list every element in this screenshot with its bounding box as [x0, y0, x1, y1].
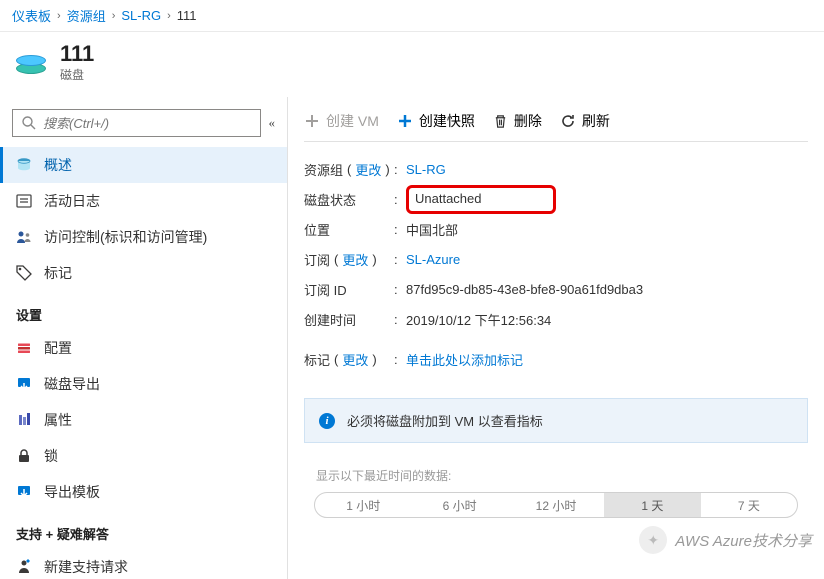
properties-grid: 资源组 (更改) : SL-RG 磁盘状态 : Unattached 位置 : … [288, 154, 824, 374]
chevron-right-icon: › [112, 10, 116, 22]
prop-value-location: 中国北部 [406, 220, 458, 239]
sidebar-item-label: 访问控制(标识和访问管理) [44, 227, 207, 247]
sidebar-group-settings: 设置 [0, 291, 287, 330]
timerange-pills: 1 小时 6 小时 12 小时 1 天 7 天 [312, 490, 800, 520]
config-icon [16, 340, 32, 356]
pill-12h[interactable]: 12 小时 [508, 493, 604, 517]
sidebar-item-label: 属性 [44, 410, 72, 430]
info-icon: i [319, 413, 335, 429]
iam-icon [16, 229, 32, 245]
search-icon [21, 115, 37, 131]
sidebar-item-label: 概述 [44, 155, 72, 175]
sidebar-item-label: 锁 [44, 446, 58, 466]
change-rg-link[interactable]: 更改 [355, 160, 381, 179]
pill-1d[interactable]: 1 天 [604, 493, 700, 517]
sidebar-item-disk-export[interactable]: 磁盘导出 [0, 366, 287, 402]
page-header: 111 磁盘 [0, 32, 824, 97]
create-vm-button[interactable]: 创建 VM [304, 111, 379, 131]
delete-button[interactable]: 删除 [493, 111, 542, 131]
info-banner: i 必须将磁盘附加到 VM 以查看指标 [304, 398, 808, 443]
prop-value-status: Unattached [415, 191, 482, 206]
toolbar: 创建 VM 创建快照 删除 刷新 [288, 107, 824, 141]
prop-label-created: 创建时间 [304, 310, 394, 329]
timerange-label: 显示以下最近时间的数据: [288, 459, 824, 490]
prop-value-rg[interactable]: SL-RG [406, 162, 446, 177]
lock-icon [16, 448, 32, 464]
sidebar-item-label: 活动日志 [44, 191, 100, 211]
overview-icon [16, 157, 32, 173]
sidebar-item-label: 配置 [44, 338, 72, 358]
page-title: 111 [60, 42, 94, 66]
export-template-icon [16, 484, 32, 500]
tag-icon [16, 265, 32, 281]
breadcrumb: 仪表板 › 资源组 › SL-RG › 111 [0, 0, 824, 32]
prop-label-subscription: 订阅 [304, 250, 330, 269]
sidebar-item-label: 磁盘导出 [44, 374, 100, 394]
plus-icon [397, 113, 413, 129]
search-input[interactable] [43, 116, 252, 131]
sidebar-item-label: 标记 [44, 263, 72, 283]
sidebar-item-label: 新建支持请求 [44, 557, 128, 577]
sidebar-group-support: 支持 + 疑难解答 [0, 510, 287, 549]
sidebar-item-tags[interactable]: 标记 [0, 255, 287, 291]
sidebar: « 概述 活动日志 访问控制(标识和访问管理) 标记 设置 配置 磁盘导出 [0, 97, 288, 579]
refresh-icon [560, 113, 576, 129]
pill-6h[interactable]: 6 小时 [411, 493, 507, 517]
toolbar-label: 删除 [514, 111, 542, 131]
breadcrumb-item-resource-groups[interactable]: 资源组 [67, 6, 106, 25]
activity-log-icon [16, 193, 32, 209]
properties-icon [16, 412, 32, 428]
page-subtitle: 磁盘 [60, 66, 94, 83]
pill-7d[interactable]: 7 天 [701, 493, 797, 517]
prop-label-status: 磁盘状态 [304, 190, 394, 209]
sidebar-item-config[interactable]: 配置 [0, 330, 287, 366]
breadcrumb-item-rg[interactable]: SL-RG [121, 8, 161, 23]
sidebar-item-iam[interactable]: 访问控制(标识和访问管理) [0, 219, 287, 255]
content-pane: 创建 VM 创建快照 删除 刷新 资源组 (更改) : SL-RG [288, 97, 824, 579]
disk-icon [14, 49, 48, 77]
prop-label-tags: 标记 [304, 350, 330, 369]
breadcrumb-item-dashboard[interactable]: 仪表板 [12, 6, 51, 25]
search-input-wrap[interactable] [12, 109, 261, 137]
refresh-button[interactable]: 刷新 [560, 111, 610, 131]
sidebar-item-new-support[interactable]: 新建支持请求 [0, 549, 287, 579]
chevron-right-icon: › [167, 10, 171, 22]
toolbar-label: 刷新 [582, 111, 610, 131]
collapse-icon[interactable]: « [269, 115, 276, 131]
info-banner-text: 必须将磁盘附加到 VM 以查看指标 [347, 411, 543, 430]
prop-label-location: 位置 [304, 220, 394, 239]
plus-icon [304, 113, 320, 129]
toolbar-label: 创建 VM [326, 111, 379, 131]
status-highlight: Unattached [406, 185, 556, 214]
sidebar-item-properties[interactable]: 属性 [0, 402, 287, 438]
sidebar-item-export-template[interactable]: 导出模板 [0, 474, 287, 510]
create-snapshot-button[interactable]: 创建快照 [397, 111, 475, 131]
change-tags-link[interactable]: 更改 [342, 350, 368, 369]
prop-label-subid: 订阅 ID [304, 280, 394, 299]
sidebar-item-lock[interactable]: 锁 [0, 438, 287, 474]
sidebar-item-activity-log[interactable]: 活动日志 [0, 183, 287, 219]
delete-icon [493, 114, 508, 129]
support-icon [16, 559, 32, 575]
prop-label-rg: 资源组 [304, 160, 343, 179]
change-subscription-link[interactable]: 更改 [342, 250, 368, 269]
prop-value-tags[interactable]: 单击此处以添加标记 [406, 350, 523, 369]
prop-value-subscription[interactable]: SL-Azure [406, 252, 460, 267]
chevron-right-icon: › [57, 10, 61, 22]
sidebar-item-label: 导出模板 [44, 482, 100, 502]
prop-value-created: 2019/10/12 下午12:56:34 [406, 310, 551, 329]
prop-value-subid: 87fd95c9-db85-43e8-bfe8-90a61fd9dba3 [406, 282, 643, 297]
breadcrumb-item-current: 111 [177, 8, 197, 23]
toolbar-label: 创建快照 [419, 111, 475, 131]
sidebar-item-overview[interactable]: 概述 [0, 147, 287, 183]
divider [304, 141, 808, 142]
disk-export-icon [16, 376, 32, 392]
pill-1h[interactable]: 1 小时 [315, 493, 411, 517]
